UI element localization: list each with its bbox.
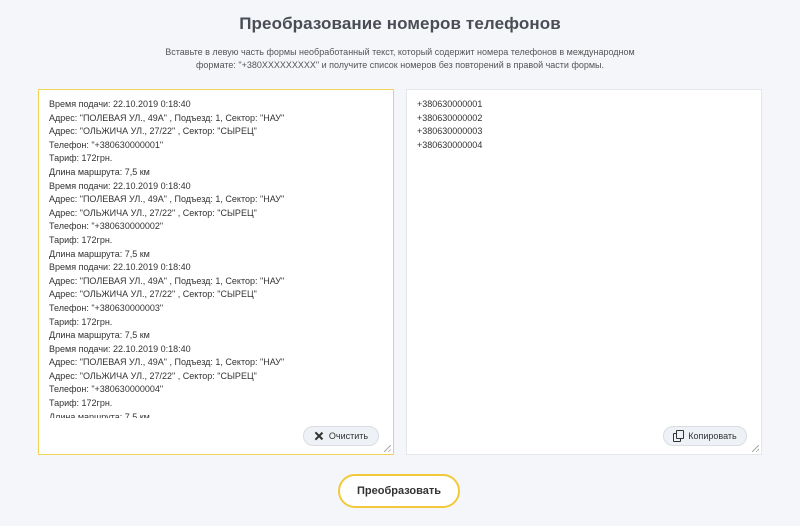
output-textarea[interactable]: +380630000001 +380630000002 +380630000003 +… xyxy=(417,98,751,418)
output-phone-line: +380630000002 xyxy=(417,112,483,123)
input-text-line: Адрес: "ПОЛЕВАЯ УЛ., 49А" , Подъезд: 1, … xyxy=(49,194,285,205)
input-text-line: Время подачи: 22.10.2019 0:18:40 xyxy=(49,180,191,191)
input-text-line: Тариф: 172грн. xyxy=(49,316,113,327)
input-text-line: Телефон: "+380630000004" xyxy=(49,384,164,395)
input-text-line: Адрес: "ПОЛЕВАЯ УЛ., 49А" , Подъезд: 1, … xyxy=(49,112,285,123)
input-text-line: Телефон: "+380630000003" xyxy=(49,302,164,313)
input-text-line: Адрес: "ОЛЬЖИЧА УЛ., 27/22" , Сектор: "С… xyxy=(49,289,257,300)
input-text-line: Адрес: "ПОЛЕВАЯ УЛ., 49А" , Подъезд: 1, … xyxy=(49,357,285,368)
resize-handle[interactable] xyxy=(384,445,391,452)
output-phone-line: +380630000001 xyxy=(417,99,483,109)
input-text-line: Длина маршрута: 7,5 км xyxy=(49,411,150,418)
page-description: Вставьте в левую часть формы необработан… xyxy=(150,46,650,72)
copy-button[interactable]: Копировать xyxy=(663,426,747,446)
copy-button-label: Копировать xyxy=(688,431,737,441)
input-text-line: Тариф: 172грн. xyxy=(49,398,113,409)
resize-handle[interactable] xyxy=(752,445,759,452)
input-text-line: Адрес: "ОЛЬЖИЧА УЛ., 27/22" , Сектор: "С… xyxy=(49,370,257,381)
description-line-1: Вставьте в левую часть формы необработан… xyxy=(165,47,635,57)
input-text-line: Время подачи: 22.10.2019 0:18:40 xyxy=(49,99,191,109)
clear-button-label: Очистить xyxy=(328,431,369,441)
output-panel: +380630000001 +380630000002 +380630000003 +… xyxy=(406,89,762,455)
input-text-line: Длина маршрута: 7,5 км xyxy=(49,248,150,259)
input-text-line: Адрес: "ОЛЬЖИЧА УЛ., 27/22" , Сектор: "С… xyxy=(49,207,257,218)
input-text-line: Адрес: "ПОЛЕВАЯ УЛ., 49А" , Подъезд: 1, … xyxy=(49,275,285,286)
input-panel: Время подачи: 22.10.2019 0:18:40 Адрес: "… xyxy=(38,89,394,455)
input-text-line: Длина маршрута: 7,5 км xyxy=(49,166,150,177)
convert-button[interactable]: Преобразовать xyxy=(338,474,460,508)
input-text-line: Тариф: 172грн. xyxy=(49,234,113,245)
page-title: Преобразование номеров телефонов xyxy=(239,14,561,33)
input-text-line: Длина маршрута: 7,5 км xyxy=(49,330,150,341)
input-text-line: Тариф: 172грн. xyxy=(49,153,113,164)
input-text-line: Телефон: "+380630000001" xyxy=(49,139,164,150)
output-phone-line: +380630000004 xyxy=(417,139,483,150)
input-text-line: Адрес: "ОЛЬЖИЧА УЛ., 27/22" , Сектор: "С… xyxy=(49,126,257,137)
input-text-line: Время подачи: 22.10.2019 0:18:40 xyxy=(49,262,191,273)
input-text-line: Телефон: "+380630000002" xyxy=(49,221,164,232)
copy-icon xyxy=(673,430,685,442)
output-phone-line: +380630000003 xyxy=(417,126,483,137)
close-icon xyxy=(314,431,324,441)
input-textarea[interactable]: Время подачи: 22.10.2019 0:18:40 Адрес: "… xyxy=(49,98,383,418)
input-text-line: Время подачи: 22.10.2019 0:18:40 xyxy=(49,343,191,354)
description-line-2: формате: "+380XXXXXXXXX" и получите спис… xyxy=(195,60,605,70)
clear-button[interactable]: Очистить xyxy=(303,426,379,446)
